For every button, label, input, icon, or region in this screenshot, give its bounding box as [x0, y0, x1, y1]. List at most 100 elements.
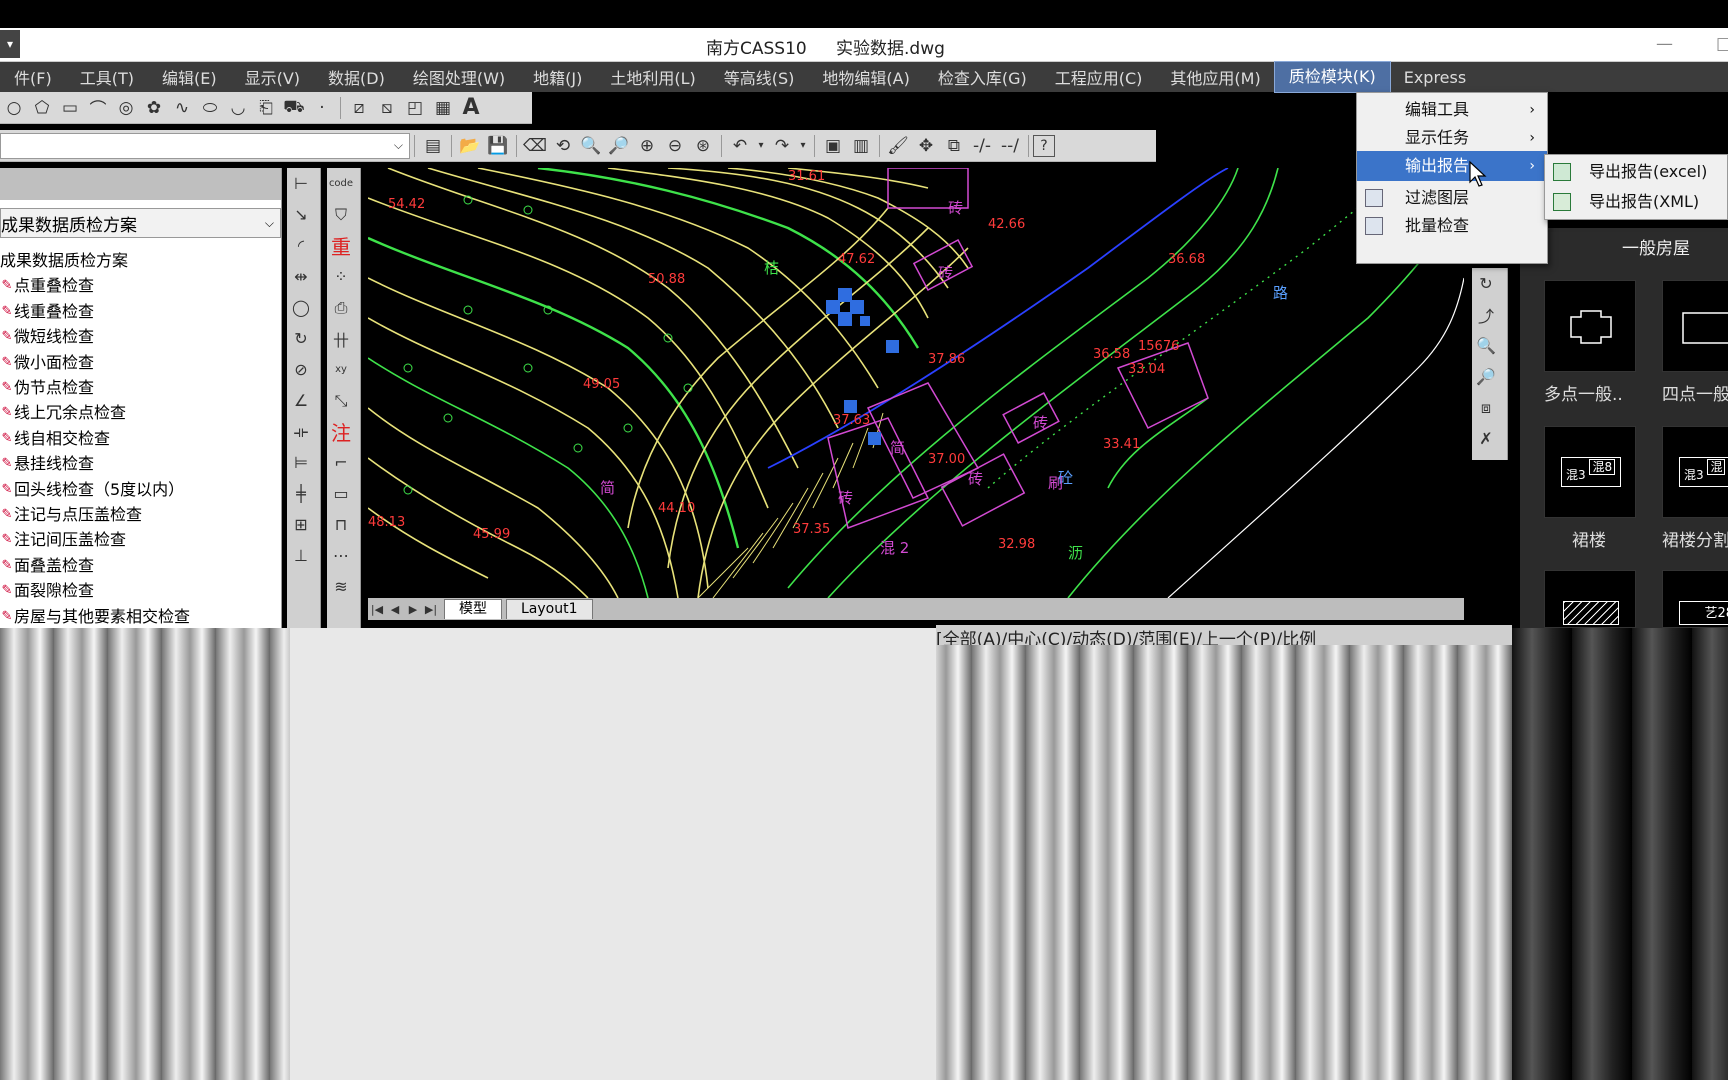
dashes-tool-icon[interactable]: ⋯ [327, 540, 355, 571]
table-tool-icon[interactable]: ▦ [429, 94, 457, 122]
check-item[interactable]: ✎ 面叠盖检查 [0, 553, 281, 578]
check-item[interactable]: ✎ 点重叠检查 [0, 273, 281, 298]
minimize-button[interactable]: — [1656, 34, 1673, 54]
undo-icon[interactable]: ↶ [726, 132, 754, 160]
insert-block-icon[interactable]: ⎗ [252, 94, 280, 122]
symbol-tile-fourpoint-house[interactable] [1662, 280, 1728, 372]
undo-dropdown-icon[interactable]: ▾ [754, 132, 768, 160]
menu-item[interactable]: 检查入库(G) [924, 65, 1041, 89]
menu-item-2[interactable]: 输出报告 › [1357, 151, 1547, 181]
point-tool-icon[interactable]: · [308, 94, 336, 122]
grid-points-icon[interactable]: ⁘ [327, 261, 355, 292]
redo-dropdown-icon[interactable]: ▾ [796, 132, 810, 160]
aligned-dim-icon[interactable]: ⊨ [287, 447, 315, 478]
annotation-tool-icon[interactable]: 注 [327, 416, 355, 447]
layer-dropdown[interactable]: ⌵ [0, 132, 410, 159]
menu-item[interactable]: 其他应用(M) [1156, 65, 1274, 89]
spline-tool-icon[interactable]: ∿ [168, 94, 196, 122]
region-tool-icon[interactable]: ◰ [401, 94, 429, 122]
corner-tool-icon[interactable]: ⌐ [327, 447, 355, 478]
menu-item[interactable]: 地籍(J) [519, 65, 596, 89]
rotate-view-icon[interactable]: ↻ [1472, 268, 1500, 299]
check-item[interactable]: ✎ 注记间压盖检查 [0, 527, 281, 552]
symbol-tile-podium-split[interactable]: 混3 混 [1662, 426, 1728, 518]
check-item[interactable]: ✎ 微小面检查 [0, 350, 281, 375]
menu-item[interactable]: Express [1390, 68, 1480, 87]
symbol-tile-hatched[interactable] [1544, 570, 1636, 628]
submenu-item-1[interactable]: 导出报告(XML) [1545, 187, 1727, 217]
redraw-icon[interactable]: ⟲ [549, 132, 577, 160]
maximize-button[interactable]: □ [1716, 34, 1728, 54]
xy-coords-icon[interactable]: xy [327, 354, 355, 385]
arc3-tool-icon[interactable]: ◜ [287, 230, 315, 261]
drawing-canvas[interactable]: 54.42 50.88 49.05 48.13 45.99 44.10 37.35 37.63… [368, 168, 1464, 598]
zoom-previous-icon[interactable]: ⊖ [661, 132, 689, 160]
delete-view-icon[interactable]: ✗ [1472, 423, 1500, 454]
overlap-tool-icon[interactable]: 重 [327, 230, 355, 261]
circle-tool-icon[interactable]: ◯ [287, 292, 315, 323]
dimension-tool-icon[interactable]: ⇹ [287, 261, 315, 292]
menu-item[interactable]: 编辑(E) [148, 65, 231, 89]
check-item[interactable]: ✎ 悬挂线检查 [0, 451, 281, 476]
pentagon-tool-icon[interactable]: ⬠ [28, 94, 56, 122]
first-tab-icon[interactable]: |◀ [368, 603, 386, 616]
erase-icon[interactable]: ⌫ [521, 132, 549, 160]
redo-icon[interactable]: ↷ [768, 132, 796, 160]
bracket-tool-icon[interactable]: ⊓ [327, 509, 355, 540]
rotate-tool-icon[interactable]: ↻ [287, 323, 315, 354]
zoom-extents-icon[interactable]: ⊕ [633, 132, 661, 160]
menu-item-0[interactable]: 编辑工具 › [1357, 95, 1547, 125]
menu-item[interactable]: 工具(T) [66, 65, 148, 89]
line-tool-icon[interactable]: ⊢ [287, 168, 315, 199]
check-item[interactable]: ✎ 线上冗余点检查 [0, 400, 281, 425]
sum-icon[interactable]: 卄 [327, 323, 355, 354]
linear-dim-icon[interactable]: ⟛ [287, 416, 315, 447]
design-center-icon[interactable]: ▥ [847, 132, 875, 160]
baseline-dim-icon[interactable]: ╪ [287, 478, 315, 509]
rectangle-tool-icon[interactable]: ▭ [327, 478, 355, 509]
last-tab-icon[interactable]: ▶| [422, 603, 440, 616]
continue-dim-icon[interactable]: ⊞ [287, 509, 315, 540]
command-line[interactable]: [全部(A)/中心(C)/动态(D)/范围(E)/上一个(P)/比例 [936, 625, 1512, 645]
check-item[interactable]: ✎ 面裂隙检查 [0, 578, 281, 603]
layer-tool-icon[interactable]: ≋ [327, 571, 355, 602]
menu-item[interactable]: 显示(V) [231, 65, 314, 89]
menu-item-4[interactable]: 批量检查 [1357, 211, 1547, 241]
check-item[interactable]: ✎ 伪节点检查 [0, 375, 281, 400]
menu-item-3[interactable]: 过滤图层 [1357, 183, 1547, 213]
cloud-tool-icon[interactable]: ✿ [140, 94, 168, 122]
menu-item[interactable]: 地物编辑(A) [808, 65, 923, 89]
menu-item[interactable]: 件(F) [0, 65, 66, 89]
check-item[interactable]: ✎ 线自相交检查 [0, 426, 281, 451]
save-icon[interactable]: 💾 [484, 132, 512, 160]
snapshot-icon[interactable]: ⎙ [327, 292, 355, 323]
tag-tool-icon[interactable]: ⛉ [327, 199, 355, 230]
check-item[interactable]: ✎ 注记与点压盖检查 [0, 502, 281, 527]
trim-icon[interactable]: -/- [968, 132, 996, 160]
ellipse-arc-tool-icon[interactable]: ◡ [224, 94, 252, 122]
symbol-tile-multipoint-house[interactable] [1544, 280, 1636, 372]
layer-manager-icon[interactable]: ▤ [419, 132, 447, 160]
zoom-window-icon[interactable]: 🔎 [1472, 361, 1500, 392]
zoom-realtime-icon[interactable]: 🔍 [577, 132, 605, 160]
code-search-icon[interactable]: code [327, 168, 355, 199]
text-tool-icon[interactable]: A [457, 94, 485, 122]
circle-tool-icon[interactable]: ○ [0, 94, 28, 122]
tree-root[interactable]: 成果数据质检方案 [0, 248, 281, 273]
ordinate-dim-icon[interactable]: ⊥ [287, 540, 315, 571]
make-block-icon[interactable]: ⛟ [280, 94, 308, 122]
zoom-icon[interactable]: 🔍 [1472, 330, 1500, 361]
check-item[interactable]: ✎ 微短线检查 [0, 324, 281, 349]
match-properties-icon[interactable]: 🖌 [884, 132, 912, 160]
scale-icon[interactable]: ⤡ [327, 385, 355, 416]
tab-model[interactable]: 模型 [444, 599, 502, 619]
arc-tool-icon[interactable]: ⌒ [84, 94, 112, 122]
gradient-tool-icon[interactable]: ⧅ [373, 94, 401, 122]
menu-item[interactable]: 工程应用(C) [1041, 65, 1157, 89]
zoom-window-icon[interactable]: 🔎 [605, 132, 633, 160]
check-item[interactable]: ✎ 房屋与其他要素相交检查 [0, 604, 281, 629]
pan-icon[interactable]: ⤴ [1472, 299, 1500, 330]
menu-item-1[interactable]: 显示任务 › [1357, 123, 1547, 153]
scheme-select[interactable]: 成果数据质检方案 ⌵ [0, 208, 281, 238]
menu-item[interactable]: 等高线(S) [710, 65, 809, 89]
